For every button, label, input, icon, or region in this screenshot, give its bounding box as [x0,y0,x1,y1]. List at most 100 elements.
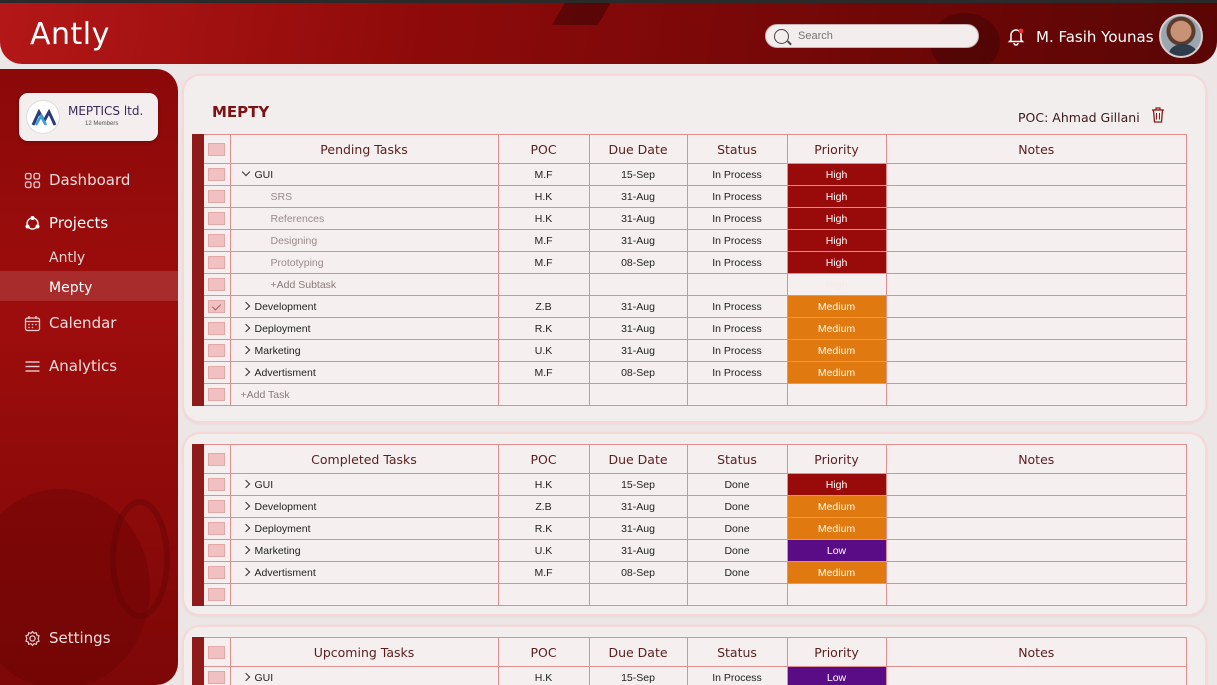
table-row[interactable]: Marketing U.K 31-Aug Done Low [197,539,1187,562]
task-notes[interactable] [885,229,1187,252]
priority-badge[interactable]: Medium [786,561,887,584]
row-checkbox[interactable] [197,583,231,606]
task-poc[interactable]: H.K [497,473,590,496]
task-poc[interactable]: M.F [497,251,590,274]
task-status[interactable]: In Process [686,163,788,186]
select-all-checkbox[interactable] [197,637,231,667]
task-due-date[interactable]: 31-Aug [588,317,688,340]
task-notes[interactable] [885,251,1187,274]
task-due-date[interactable]: 15-Sep [588,473,688,496]
task-due-date[interactable]: 31-Aug [588,339,688,362]
row-checkbox[interactable] [197,539,231,562]
priority-badge[interactable]: Medium [786,361,887,384]
task-name[interactable]: Advertisment [229,361,499,384]
task-poc[interactable]: H.K [497,207,590,230]
table-row[interactable]: Advertisment M.F 08-Sep In Process Mediu… [197,361,1187,384]
task-poc[interactable]: Z.B [497,295,590,318]
table-row[interactable]: Development Z.B 31-Aug In Process Medium [197,295,1187,318]
row-checkbox[interactable] [197,229,231,252]
task-status[interactable]: Done [686,473,788,496]
empty-cell[interactable] [229,583,499,606]
chevron-down-icon[interactable] [241,167,250,176]
table-row[interactable]: +Add Task [197,383,1187,406]
priority-badge[interactable]: High [786,251,887,274]
task-notes[interactable] [885,317,1187,340]
task-name[interactable]: GUI [229,163,499,186]
row-checkbox[interactable] [197,361,231,384]
task-name[interactable]: Marketing [229,339,499,362]
task-notes[interactable] [885,361,1187,384]
org-card[interactable]: MEPTICS ltd. 12 Members [19,93,158,141]
chevron-right-icon[interactable] [241,567,250,576]
table-row[interactable]: Development Z.B 31-Aug Done Medium [197,495,1187,518]
priority-badge[interactable]: Medium [786,339,887,362]
task-due-date[interactable]: 31-Aug [588,295,688,318]
chevron-right-icon[interactable] [241,367,250,376]
task-due-date[interactable]: 08-Sep [588,251,688,274]
task-name[interactable]: GUI [229,473,499,496]
task-status[interactable]: In Process [686,317,788,340]
sidebar-item-analytics[interactable]: Analytics [24,357,117,375]
chevron-right-icon[interactable] [241,523,250,532]
subtask-name[interactable]: References [229,207,499,230]
sidebar-item-calendar[interactable]: Calendar [24,314,116,332]
chevron-right-icon[interactable] [241,345,250,354]
task-notes[interactable] [885,473,1187,496]
task-due-date[interactable]: 31-Aug [588,185,688,208]
task-poc[interactable]: R.K [497,317,590,340]
task-notes[interactable] [885,295,1187,318]
task-due-date[interactable]: 15-Sep [588,666,688,685]
task-poc[interactable]: R.K [497,517,590,540]
task-poc[interactable]: M.F [497,229,590,252]
task-poc[interactable]: Z.B [497,495,590,518]
sidebar-item-dashboard[interactable]: Dashboard [24,171,130,189]
table-row[interactable]: Advertisment M.F 08-Sep Done Medium [197,561,1187,584]
task-poc[interactable]: M.F [497,561,590,584]
task-poc[interactable]: H.K [497,185,590,208]
bell-icon[interactable] [1006,26,1026,46]
task-due-date[interactable]: 08-Sep [588,361,688,384]
chevron-right-icon[interactable] [241,323,250,332]
row-checkbox[interactable] [197,185,231,208]
table-row[interactable]: Deployment R.K 31-Aug Done Medium [197,517,1187,540]
task-notes[interactable] [885,539,1187,562]
task-poc[interactable]: U.K [497,539,590,562]
task-status[interactable]: Done [686,495,788,518]
add-task-button[interactable]: +Add Task [229,383,499,406]
chevron-right-icon[interactable] [241,672,250,681]
select-all-checkbox[interactable] [197,134,231,164]
task-status[interactable]: In Process [686,339,788,362]
task-poc[interactable]: M.F [497,163,590,186]
sidebar-subitem-mepty[interactable]: Mepty [49,280,92,296]
task-poc[interactable]: H.K [497,666,590,685]
search-box[interactable] [765,24,979,48]
row-checkbox[interactable] [197,273,231,296]
task-notes[interactable] [885,185,1187,208]
row-checkbox[interactable] [197,383,231,406]
task-poc[interactable]: U.K [497,339,590,362]
task-poc[interactable]: M.F [497,361,590,384]
table-row[interactable]: GUI H.K 15-Sep In Process Low [197,666,1187,685]
task-notes[interactable] [885,207,1187,230]
task-status[interactable]: Done [686,517,788,540]
priority-badge[interactable]: Low [786,666,887,685]
task-due-date[interactable]: 31-Aug [588,517,688,540]
task-name[interactable]: Development [229,495,499,518]
priority-badge[interactable]: High [786,473,887,496]
row-checkbox[interactable] [197,317,231,340]
sidebar-item-settings[interactable]: Settings [24,629,111,647]
select-all-checkbox[interactable] [197,444,231,474]
add-subtask-button[interactable]: +Add Subtask [229,273,499,296]
task-name[interactable]: Development [229,295,499,318]
chevron-right-icon[interactable] [241,501,250,510]
table-row[interactable] [197,583,1187,606]
task-due-date[interactable]: 31-Aug [588,495,688,518]
subtask-name[interactable]: Designing [229,229,499,252]
table-row[interactable]: References H.K 31-Aug In Process High [197,207,1187,230]
task-status[interactable]: In Process [686,229,788,252]
task-notes[interactable] [885,339,1187,362]
task-notes[interactable] [885,163,1187,186]
task-notes[interactable] [885,666,1187,685]
task-notes[interactable] [885,495,1187,518]
task-status[interactable]: In Process [686,666,788,685]
